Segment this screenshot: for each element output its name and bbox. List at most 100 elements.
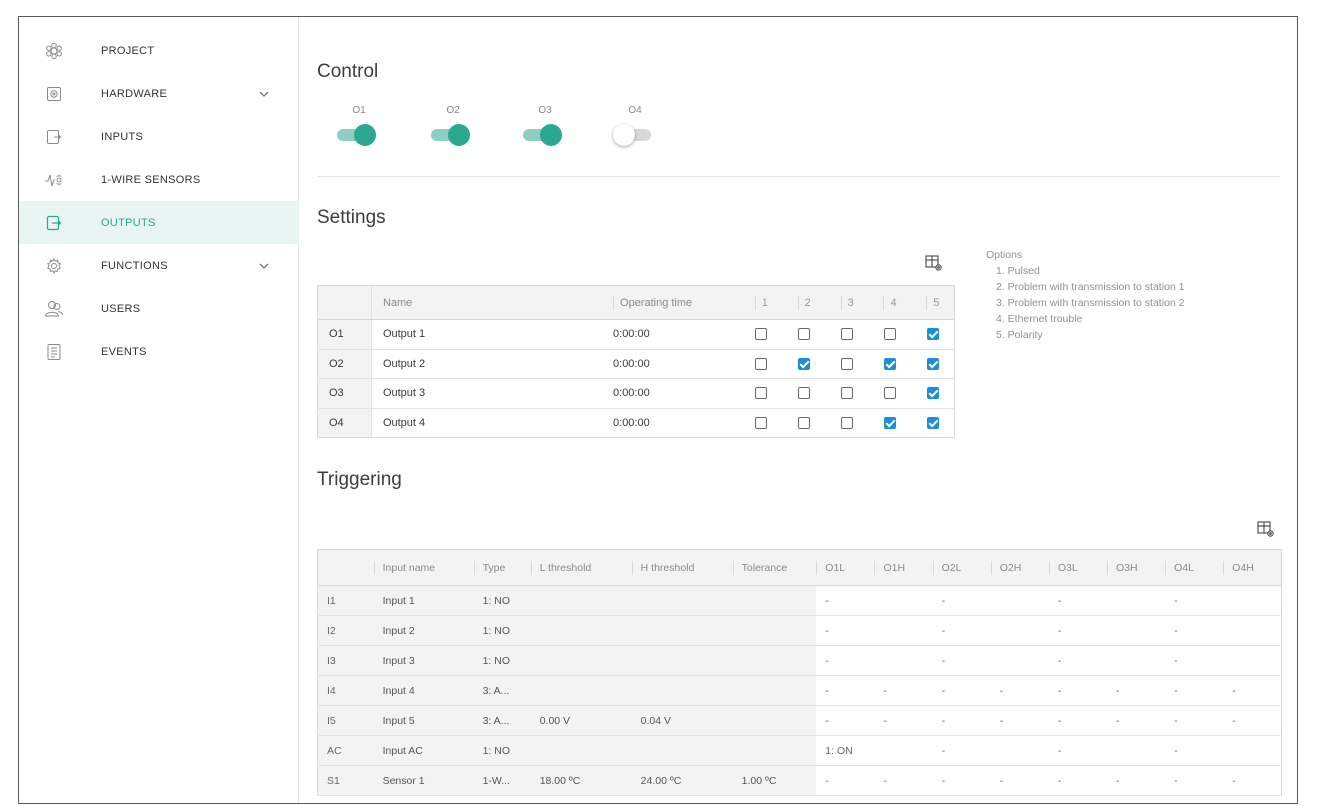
- table-cell[interactable]: -: [1048, 615, 1107, 646]
- table-cell[interactable]: [530, 645, 632, 676]
- table-cell[interactable]: [732, 675, 817, 706]
- table-cell[interactable]: [530, 585, 632, 616]
- table-cell[interactable]: -: [1165, 615, 1224, 646]
- table-cell[interactable]: -: [816, 645, 875, 676]
- table-cell[interactable]: -: [1223, 705, 1282, 736]
- table-cell[interactable]: -: [932, 675, 991, 706]
- table-cell[interactable]: Input 3: [373, 645, 474, 676]
- table-cell[interactable]: -: [1048, 585, 1107, 616]
- table-cell[interactable]: [1107, 585, 1166, 616]
- sidebar-item-inputs[interactable]: INPUTS: [19, 115, 299, 158]
- table-cell[interactable]: -: [990, 675, 1049, 706]
- option-2-checkbox[interactable]: [798, 357, 811, 370]
- sidebar-item-events[interactable]: EVENTS: [19, 330, 299, 373]
- table-cell[interactable]: -: [1048, 735, 1107, 766]
- option-4-checkbox[interactable]: [884, 357, 897, 370]
- table-cell[interactable]: [1223, 615, 1282, 646]
- table-cell[interactable]: -: [932, 765, 991, 796]
- table-cell[interactable]: Input 4: [373, 675, 474, 706]
- table-cell[interactable]: Input AC: [373, 735, 474, 766]
- table-cell[interactable]: Input 2: [373, 615, 474, 646]
- operating-time-cell[interactable]: 0:00:00: [602, 349, 740, 379]
- table-cell[interactable]: [1107, 645, 1166, 676]
- table-cell[interactable]: [631, 615, 733, 646]
- table-cell[interactable]: 18.00 ºC: [530, 765, 632, 796]
- table-cell[interactable]: [631, 645, 733, 676]
- table-cell[interactable]: -: [1165, 735, 1224, 766]
- table-cell[interactable]: -: [1223, 675, 1282, 706]
- table-cell[interactable]: [631, 675, 733, 706]
- operating-time-cell[interactable]: 0:00:00: [602, 319, 740, 350]
- table-cell[interactable]: Input 1: [373, 585, 474, 616]
- table-cell[interactable]: -: [1165, 645, 1224, 676]
- table-cell[interactable]: 1: NO: [473, 615, 531, 646]
- table-cell[interactable]: [732, 735, 817, 766]
- table-cell[interactable]: 1: NO: [473, 735, 531, 766]
- sidebar-item-1-wire-sensors[interactable]: 1-WIRE SENSORS: [19, 158, 299, 201]
- toggle-o1[interactable]: [337, 123, 377, 147]
- sidebar-item-functions[interactable]: FUNCTIONS: [19, 244, 299, 287]
- table-cell[interactable]: [732, 615, 817, 646]
- table-cell[interactable]: 1: NO: [473, 645, 531, 676]
- table-cell[interactable]: [1223, 585, 1282, 616]
- table-cell[interactable]: -: [990, 705, 1049, 736]
- option-4-checkbox[interactable]: [884, 416, 897, 429]
- table-cell[interactable]: -: [874, 675, 933, 706]
- table-cell[interactable]: Sensor 1: [373, 765, 474, 796]
- output-name-cell[interactable]: Output 4: [370, 408, 603, 438]
- table-cell[interactable]: 1.00 ºC: [732, 765, 817, 796]
- table-cell[interactable]: [1223, 645, 1282, 676]
- table-cell[interactable]: 1: ON: [816, 735, 875, 766]
- table-cell[interactable]: -: [1107, 705, 1166, 736]
- table-cell[interactable]: [1223, 735, 1282, 766]
- option-3-checkbox[interactable]: [841, 387, 854, 400]
- sidebar-item-hardware[interactable]: HARDWARE: [19, 72, 299, 115]
- table-cell[interactable]: 1: NO: [473, 585, 531, 616]
- table-cell[interactable]: -: [816, 615, 875, 646]
- table-cell[interactable]: -: [1165, 585, 1224, 616]
- table-cell[interactable]: -: [1048, 765, 1107, 796]
- table-cell[interactable]: -: [932, 585, 991, 616]
- option-1-checkbox[interactable]: [755, 416, 768, 429]
- option-2-checkbox[interactable]: [798, 387, 811, 400]
- table-cell[interactable]: [732, 705, 817, 736]
- option-5-checkbox[interactable]: [926, 328, 939, 341]
- table-cell[interactable]: -: [990, 765, 1049, 796]
- table-cell[interactable]: 24.00 ºC: [631, 765, 733, 796]
- option-1-checkbox[interactable]: [755, 357, 768, 370]
- option-4-checkbox[interactable]: [884, 328, 897, 341]
- option-1-checkbox[interactable]: [755, 387, 768, 400]
- option-5-checkbox[interactable]: [926, 416, 939, 429]
- table-cell[interactable]: -: [816, 705, 875, 736]
- table-cell[interactable]: [530, 675, 632, 706]
- table-cell[interactable]: -: [1165, 705, 1224, 736]
- output-name-cell[interactable]: Output 2: [370, 349, 603, 379]
- sidebar-item-users[interactable]: USERS: [19, 287, 299, 330]
- option-5-checkbox[interactable]: [926, 387, 939, 400]
- option-3-checkbox[interactable]: [841, 328, 854, 341]
- option-3-checkbox[interactable]: [841, 416, 854, 429]
- table-cell[interactable]: -: [1048, 705, 1107, 736]
- option-4-checkbox[interactable]: [884, 387, 897, 400]
- table-settings-icon[interactable]: [1256, 519, 1276, 539]
- toggle-o2[interactable]: [431, 123, 471, 147]
- table-cell[interactable]: [732, 585, 817, 616]
- table-cell[interactable]: [631, 735, 733, 766]
- chevron-down-icon[interactable]: [257, 259, 271, 273]
- table-cell[interactable]: [874, 645, 933, 676]
- operating-time-cell[interactable]: 0:00:00: [602, 408, 740, 438]
- table-cell[interactable]: [530, 735, 632, 766]
- option-5-checkbox[interactable]: [926, 357, 939, 370]
- toggle-o3[interactable]: [523, 123, 563, 147]
- sidebar-item-project[interactable]: PROJECT: [19, 29, 299, 72]
- option-1-checkbox[interactable]: [755, 328, 768, 341]
- table-cell[interactable]: 1-W...: [473, 765, 531, 796]
- table-cell[interactable]: [631, 585, 733, 616]
- table-cell[interactable]: [1107, 735, 1166, 766]
- table-cell[interactable]: -: [874, 705, 933, 736]
- option-2-checkbox[interactable]: [798, 416, 811, 429]
- table-cell[interactable]: -: [932, 735, 991, 766]
- table-cell[interactable]: [990, 645, 1049, 676]
- table-cell[interactable]: -: [1107, 675, 1166, 706]
- table-settings-icon[interactable]: [924, 253, 944, 273]
